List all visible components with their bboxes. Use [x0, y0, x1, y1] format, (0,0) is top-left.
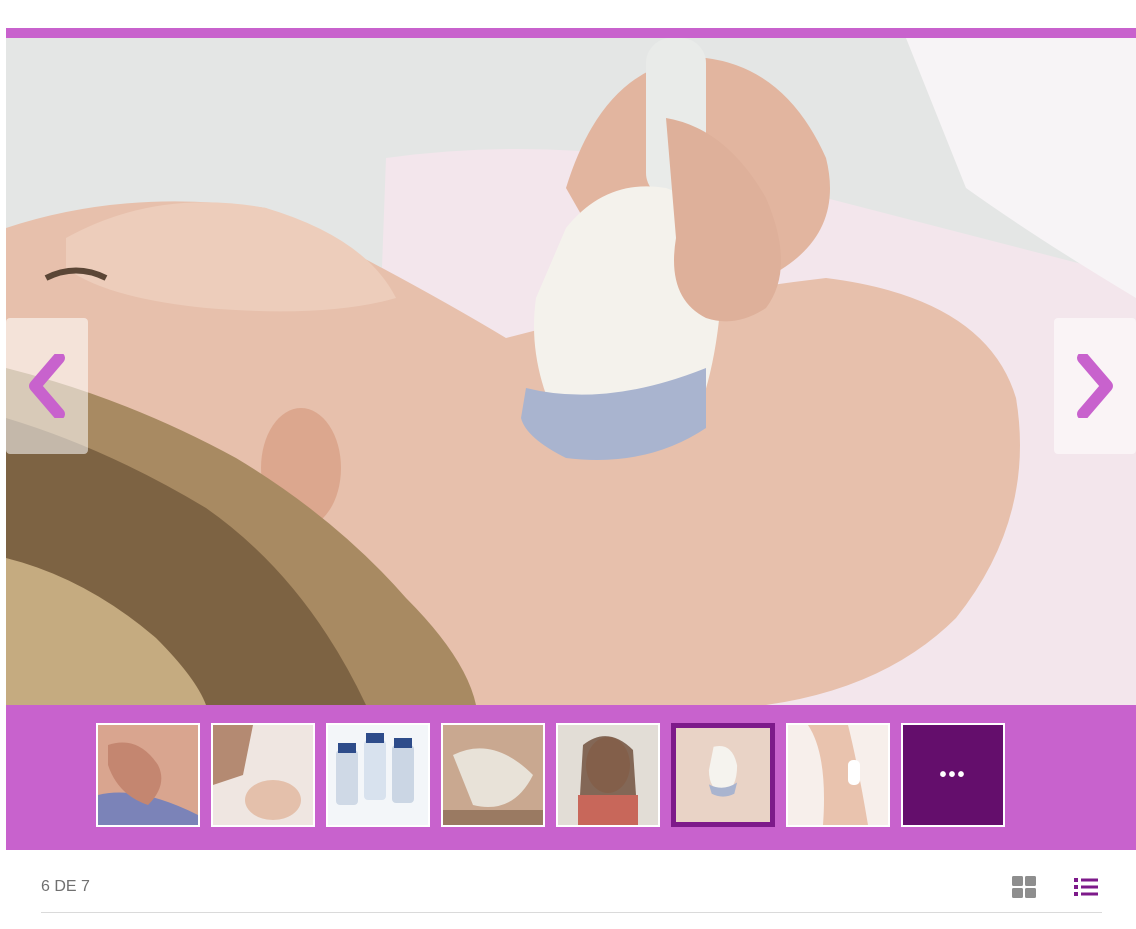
thumbnail-neck-hand — [788, 725, 888, 825]
gallery-footer: 6 DE 7 — [6, 850, 1136, 929]
thumbnail-6-active[interactable] — [671, 723, 775, 827]
main-image — [6, 38, 1136, 705]
thumbnail-1[interactable] — [96, 723, 200, 827]
thumbnail-vials — [328, 725, 428, 825]
thumbnail-ultrasound-neck — [676, 728, 770, 822]
footer-divider — [41, 912, 1102, 913]
thumbnail-face-mask — [443, 725, 543, 825]
grid-view-button[interactable] — [1011, 874, 1037, 900]
thumbnail-4[interactable] — [441, 723, 545, 827]
next-button[interactable] — [1054, 318, 1136, 454]
thumbnail-7[interactable] — [786, 723, 890, 827]
thumbnail-woman-smiling — [558, 725, 658, 825]
list-view-icon — [1074, 878, 1098, 896]
thumbnail-2[interactable] — [211, 723, 315, 827]
previous-button[interactable] — [6, 318, 88, 454]
grid-view-icon — [1012, 876, 1036, 898]
thumbnail-facial-treatment — [213, 725, 313, 825]
thumbnail-5[interactable] — [556, 723, 660, 827]
thumbnail-strip: ••• — [6, 705, 1136, 850]
list-view-button[interactable] — [1073, 874, 1099, 900]
more-label: ••• — [939, 763, 967, 786]
gallery-top-bar — [6, 28, 1136, 38]
main-image-viewer[interactable] — [6, 38, 1136, 705]
image-gallery: ••• 6 DE 7 — [6, 28, 1136, 929]
chevron-left-icon — [29, 354, 65, 418]
thumbnail-hands-on-neck — [98, 725, 198, 825]
chevron-right-icon — [1077, 354, 1113, 418]
thumbnail-3[interactable] — [326, 723, 430, 827]
image-counter: 6 DE 7 — [41, 878, 90, 895]
more-thumbnails-button[interactable]: ••• — [901, 723, 1005, 827]
